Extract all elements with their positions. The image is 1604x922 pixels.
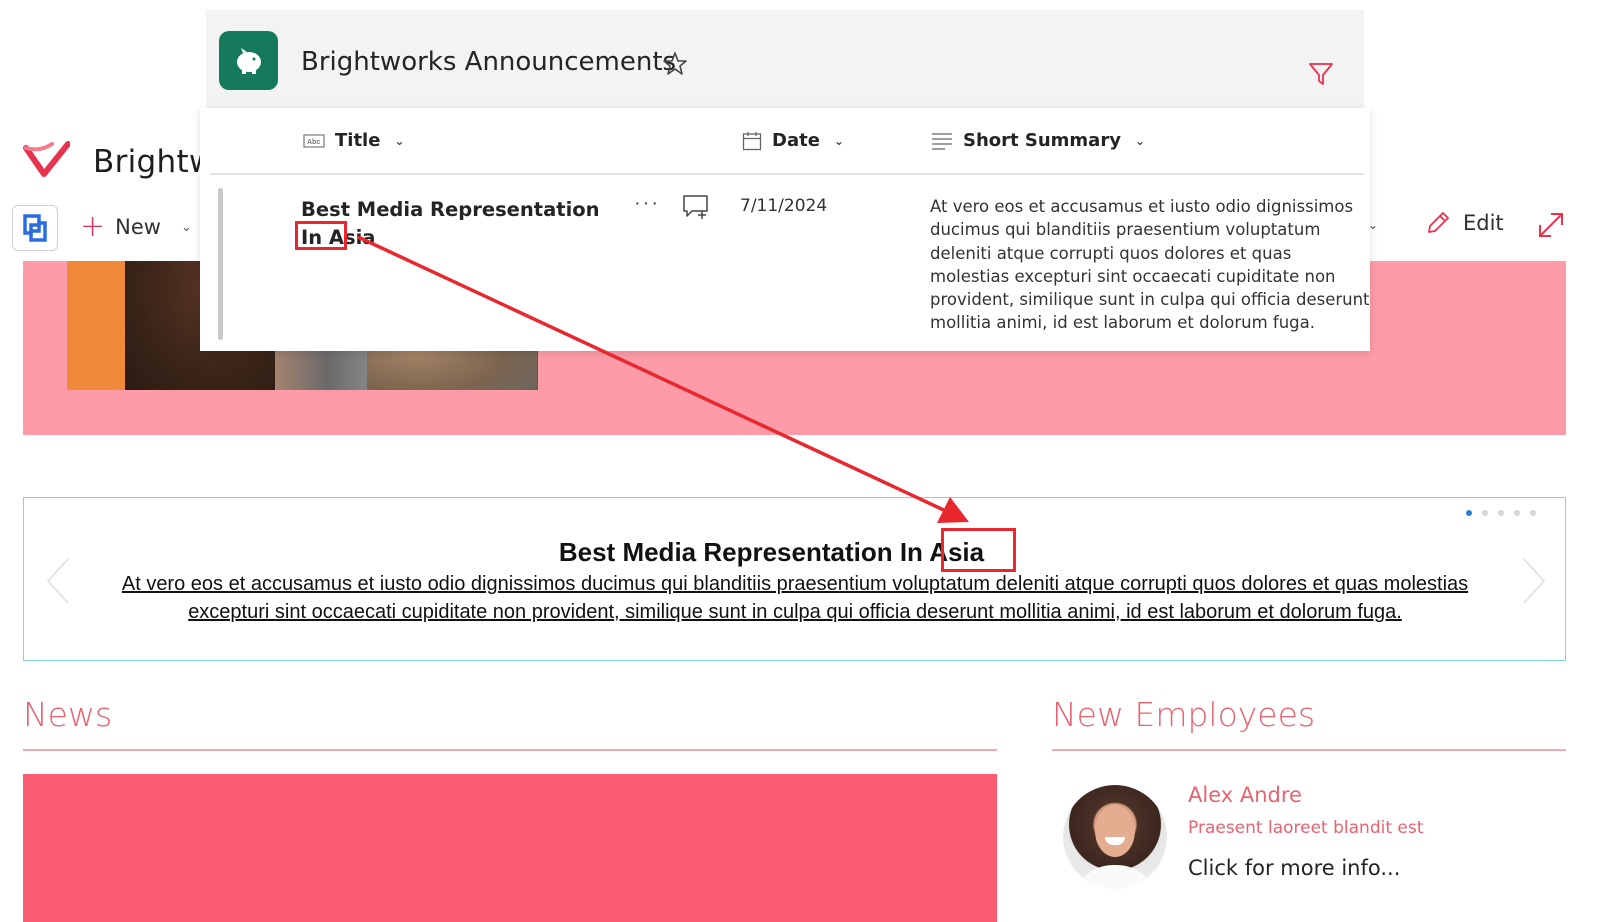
new-employees-divider: [1052, 749, 1566, 751]
lines-icon: [932, 132, 952, 150]
carousel-dot[interactable]: [1498, 510, 1504, 516]
app-switch-icon: [23, 214, 47, 242]
chevron-down-icon: ⌄: [180, 219, 192, 235]
chevron-down-icon: ⌄: [394, 133, 405, 148]
column-header-summary[interactable]: Short Summary ⌄: [931, 130, 1145, 151]
filter-icon[interactable]: [1307, 60, 1335, 88]
text-column-icon: Abc: [303, 133, 325, 148]
carousel-dot[interactable]: [1482, 510, 1488, 516]
carousel-title[interactable]: Best Media Representation In Asia: [0, 537, 1543, 568]
column-date-label: Date: [772, 130, 820, 151]
list-title[interactable]: Brightworks Announcements: [301, 47, 676, 77]
avatar[interactable]: [1063, 785, 1167, 889]
carousel-pagination[interactable]: [1466, 510, 1536, 516]
column-header-date[interactable]: Date ⌄: [742, 130, 844, 151]
piggy-bank-icon: [236, 47, 261, 74]
highlight-box: [295, 221, 347, 250]
chevron-down-icon: ⌄: [833, 133, 844, 148]
row-summary: At vero eos et accusamus et iusto odio d…: [930, 197, 1370, 333]
pencil-icon: [1428, 212, 1449, 233]
edit-button[interactable]: Edit: [1425, 210, 1504, 236]
comment-icon[interactable]: [682, 193, 712, 221]
carousel-dot[interactable]: [1530, 510, 1536, 516]
carousel-dot[interactable]: [1466, 510, 1472, 516]
employee-more-link[interactable]: Click for more info...: [1188, 856, 1400, 880]
calendar-icon: [742, 131, 762, 150]
column-header-title[interactable]: Abc Title ⌄: [303, 130, 405, 151]
carousel-dot[interactable]: [1514, 510, 1520, 516]
header-divider: [210, 173, 1364, 175]
carousel-body-link[interactable]: At vero eos et accusamus et iusto odio d…: [90, 570, 1500, 626]
employee-role: Praesent laoreet blandit est: [1188, 818, 1424, 838]
chevron-down-icon: ⌄: [1134, 133, 1146, 148]
site-title[interactable]: Brightw: [93, 144, 215, 180]
star-icon[interactable]: [662, 51, 688, 77]
news-feature-card[interactable]: [23, 774, 997, 922]
list-icon: [219, 31, 278, 90]
employee-name[interactable]: Alex Andre: [1188, 783, 1302, 807]
edit-button-label: Edit: [1463, 211, 1504, 235]
plus-icon: +: [80, 209, 106, 244]
more-icon[interactable]: ···: [634, 192, 660, 215]
highlight-box: [941, 528, 1016, 572]
new-button-label: New: [115, 215, 161, 239]
news-divider: [23, 749, 997, 751]
app-switch-button[interactable]: [12, 205, 58, 251]
column-summary-label: Short Summary: [963, 130, 1121, 151]
new-button[interactable]: + New ⌄: [80, 210, 192, 244]
new-employees-heading: New Employees: [1052, 695, 1316, 734]
news-heading: News: [23, 695, 113, 734]
brightworks-logo-icon: [23, 141, 70, 177]
row-date: 7/11/2024: [740, 196, 828, 216]
svg-text:Abc: Abc: [307, 139, 320, 146]
row-selection-bar: [218, 188, 223, 340]
column-title-label: Title: [335, 130, 381, 151]
expand-icon[interactable]: [1536, 210, 1566, 240]
